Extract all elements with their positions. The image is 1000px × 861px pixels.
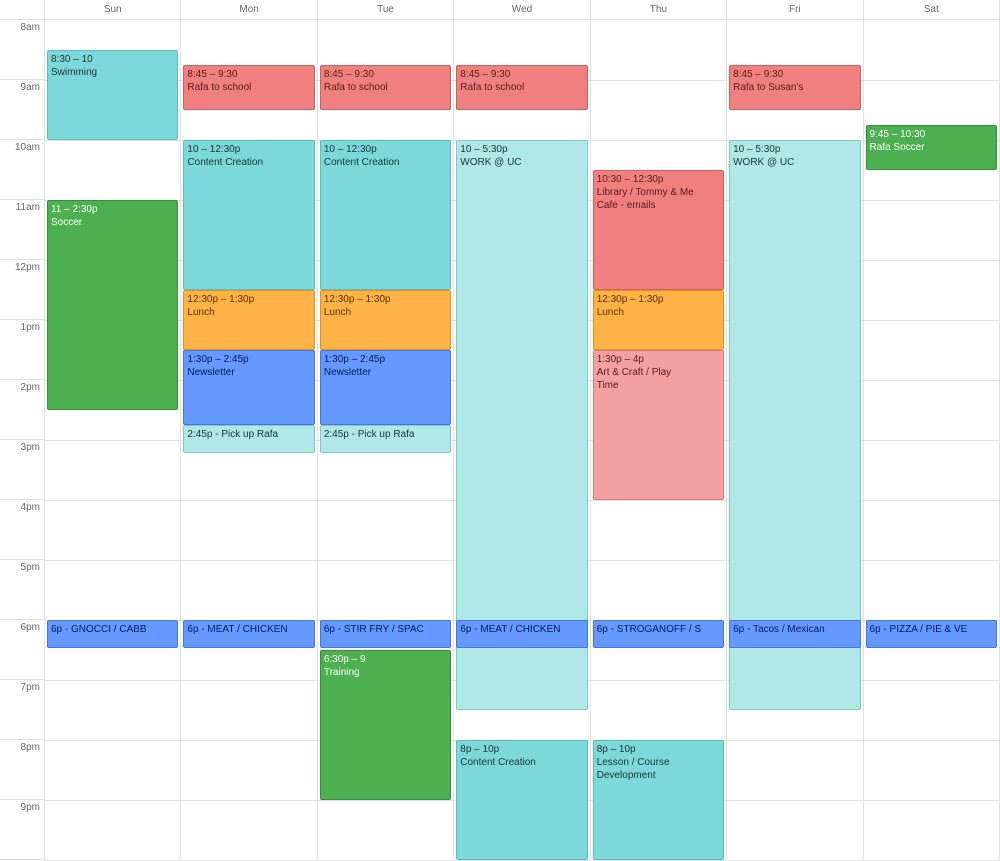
sun-swimming[interactable]: 8:30 – 10Swimming — [47, 50, 178, 140]
tuesday-header: Tue — [318, 0, 453, 20]
mon-dinner[interactable]: 6p - MEAT / CHICKEN — [183, 620, 314, 648]
saturday-header: Sat — [864, 0, 999, 20]
time-1pm: 1pm — [0, 320, 44, 380]
time-3pm: 3pm — [0, 440, 44, 500]
time-5pm: 5pm — [0, 560, 44, 620]
time-6pm: 6pm — [0, 620, 44, 680]
mon-pickup[interactable]: 2:45p - Pick up Rafa — [183, 425, 314, 453]
time-2pm: 2pm — [0, 380, 44, 440]
mon-lunch[interactable]: 12:30p – 1:30pLunch — [183, 290, 314, 350]
tue-content[interactable]: 10 – 12:30pContent Creation — [320, 140, 451, 290]
day-saturday: Sat 9:45 – 10:30Rafa Soccer 6p - PIZZA /… — [864, 0, 1000, 860]
day-monday: Mon 8:45 – 9:30Rafa to school 10 – 12:30… — [181, 0, 317, 860]
tuesday-grid: 8:45 – 9:30Rafa to school 10 – 12:30pCon… — [318, 20, 453, 860]
day-tuesday: Tue 8:45 – 9:30Rafa to school 10 – 12:30… — [318, 0, 454, 860]
time-7pm: 7pm — [0, 680, 44, 740]
time-column: 8am 9am 10am 11am 12pm 1pm 2pm 3pm 4pm 5… — [0, 0, 45, 860]
thursday-header: Thu — [591, 0, 726, 20]
time-header-empty — [0, 0, 44, 20]
friday-header: Fri — [727, 0, 862, 20]
day-friday: Fri 8:45 – 9:30Rafa to Susan's 10 – 5:30… — [727, 0, 863, 860]
thu-library[interactable]: 10:30 – 12:30pLibrary / Tommy & MeCafe -… — [593, 170, 724, 290]
tue-school[interactable]: 8:45 – 9:30Rafa to school — [320, 65, 451, 110]
wed-content[interactable]: 8p – 10pContent Creation — [456, 740, 587, 860]
thu-lunch[interactable]: 12:30p – 1:30pLunch — [593, 290, 724, 350]
day-thursday: Thu 10:30 – 12:30pLibrary / Tommy & MeCa… — [591, 0, 727, 860]
tue-pickup[interactable]: 2:45p - Pick up Rafa — [320, 425, 451, 453]
time-11am: 11am — [0, 200, 44, 260]
sat-soccer[interactable]: 9:45 – 10:30Rafa Soccer — [866, 125, 997, 170]
time-8am: 8am — [0, 20, 44, 80]
tue-lunch[interactable]: 12:30p – 1:30pLunch — [320, 290, 451, 350]
sunday-grid: 8:30 – 10Swimming 11 – 2:30pSoccer 6p - … — [45, 20, 180, 860]
sun-dinner[interactable]: 6p - GNOCCI / CABB — [47, 620, 178, 648]
wednesday-grid: 8:45 – 9:30Rafa to school 10 – 5:30pWORK… — [454, 20, 589, 860]
sun-soccer[interactable]: 11 – 2:30pSoccer — [47, 200, 178, 410]
wed-school[interactable]: 8:45 – 9:30Rafa to school — [456, 65, 587, 110]
thursday-grid: 10:30 – 12:30pLibrary / Tommy & MeCafe -… — [591, 20, 726, 860]
wednesday-header: Wed — [454, 0, 589, 20]
sat-dinner[interactable]: 6p - PIZZA / PIE & VE — [866, 620, 997, 648]
fri-dinner[interactable]: 6p - Tacos / Mexican — [729, 620, 860, 648]
thu-art[interactable]: 1:30p – 4pArt & Craft / PlayTime — [593, 350, 724, 500]
thu-dinner[interactable]: 6p - STROGANOFF / S — [593, 620, 724, 648]
mon-school[interactable]: 8:45 – 9:30Rafa to school — [183, 65, 314, 110]
day-sunday: Sun 8:30 – 10Swimming 11 – 2:30pS — [45, 0, 181, 860]
friday-grid: 8:45 – 9:30Rafa to Susan's 10 – 5:30pWOR… — [727, 20, 862, 860]
monday-grid: 8:45 – 9:30Rafa to school 10 – 12:30pCon… — [181, 20, 316, 860]
time-10am: 10am — [0, 140, 44, 200]
fri-school[interactable]: 8:45 – 9:30Rafa to Susan's — [729, 65, 860, 110]
tue-dinner[interactable]: 6p - STIR FRY / SPAC — [320, 620, 451, 648]
time-12pm: 12pm — [0, 260, 44, 320]
days-container: Sun 8:30 – 10Swimming 11 – 2:30pS — [45, 0, 1000, 860]
sunday-header: Sun — [45, 0, 180, 20]
mon-content[interactable]: 10 – 12:30pContent Creation — [183, 140, 314, 290]
day-wednesday: Wed 8:45 – 9:30Rafa to school 10 – 5:30p… — [454, 0, 590, 860]
time-8pm: 8pm — [0, 740, 44, 800]
mon-newsletter[interactable]: 1:30p – 2:45pNewsletter — [183, 350, 314, 425]
thu-lesson[interactable]: 8p – 10pLesson / CourseDevelopment — [593, 740, 724, 860]
time-9pm: 9pm — [0, 800, 44, 860]
monday-header: Mon — [181, 0, 316, 20]
calendar: 8am 9am 10am 11am 12pm 1pm 2pm 3pm 4pm 5… — [0, 0, 1000, 860]
tue-newsletter[interactable]: 1:30p – 2:45pNewsletter — [320, 350, 451, 425]
saturday-grid: 9:45 – 10:30Rafa Soccer 6p - PIZZA / PIE… — [864, 20, 999, 860]
time-9am: 9am — [0, 80, 44, 140]
tue-training[interactable]: 6:30p – 9Training — [320, 650, 451, 800]
time-4pm: 4pm — [0, 500, 44, 560]
wed-dinner[interactable]: 6p - MEAT / CHICKEN — [456, 620, 587, 648]
